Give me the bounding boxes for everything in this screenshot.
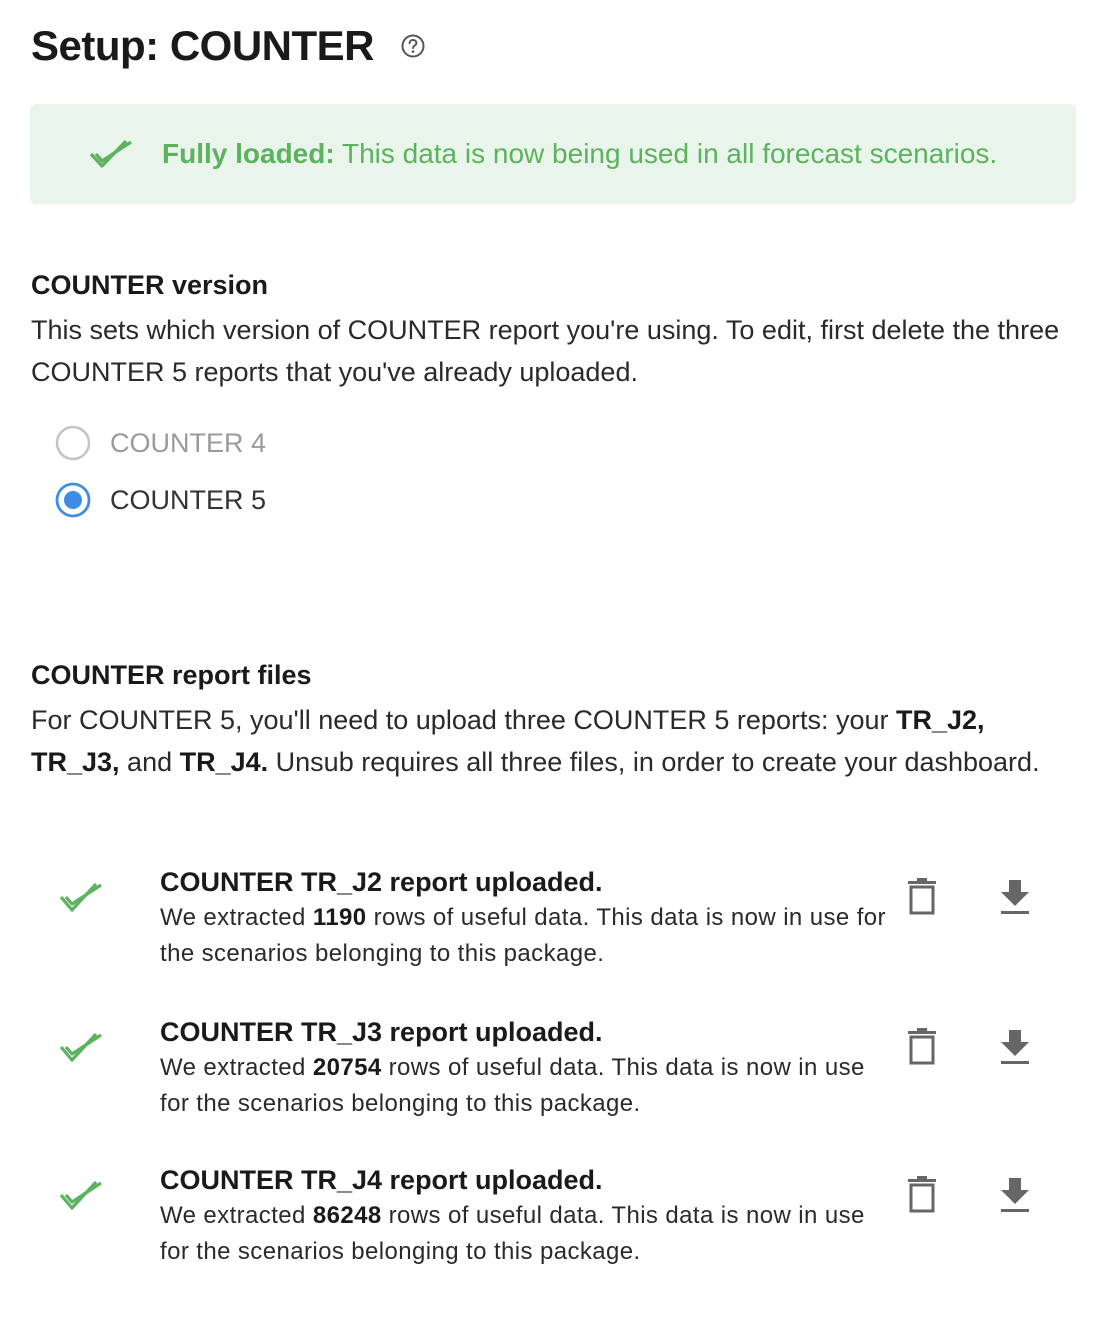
desc-part: We extracted — [160, 904, 313, 931]
file-text: COUNTER TR_J3 report uploaded. We extrac… — [160, 1016, 895, 1122]
report-files-section: COUNTER report files For COUNTER 5, you'… — [31, 660, 1061, 783]
help-circle-icon[interactable] — [400, 33, 426, 59]
file-description: We extracted 20754 rows of useful data. … — [160, 1050, 895, 1122]
file-row-tr-j3: COUNTER TR_J3 report uploaded. We extrac… — [0, 1016, 1110, 1126]
desc-part: For COUNTER 5, you'll need to upload thr… — [31, 705, 896, 735]
file-row-tr-j2: COUNTER TR_J2 report uploaded. We extrac… — [0, 866, 1110, 976]
alert-body: This data is now being used in all forec… — [334, 138, 998, 169]
report-files-description: For COUNTER 5, you'll need to upload thr… — [31, 699, 1061, 783]
desc-part: We extracted — [160, 1054, 313, 1081]
desc-part: We extracted — [160, 1202, 313, 1229]
file-row-tr-j4: COUNTER TR_J4 report uploaded. We extrac… — [0, 1164, 1110, 1274]
file-description: We extracted 1190 rows of useful data. T… — [160, 900, 895, 972]
alert-message: Fully loaded: This data is now being use… — [162, 138, 997, 170]
page-title: Setup: COUNTER — [31, 22, 375, 69]
file-text: COUNTER TR_J2 report uploaded. We extrac… — [160, 866, 895, 972]
file-title: COUNTER TR_J3 report uploaded. — [160, 1017, 603, 1047]
counter-version-description: This sets which version of COUNTER repor… — [31, 315, 1060, 387]
page-header: Setup: COUNTER — [31, 22, 426, 70]
desc-part: and — [119, 747, 180, 777]
download-icon[interactable] — [998, 1028, 1032, 1066]
check-double-icon — [88, 136, 134, 172]
success-alert: Fully loaded: This data is now being use… — [30, 104, 1076, 204]
counter-version-heading: COUNTER version — [31, 270, 269, 300]
radio-counter-5[interactable]: COUNTER 5 — [55, 482, 266, 518]
row-count: 1190 — [312, 904, 367, 931]
desc-part: Unsub requires all three files, in order… — [268, 747, 1040, 777]
report-files-heading: COUNTER report files — [31, 660, 312, 690]
file-description: We extracted 86248 rows of useful data. … — [160, 1198, 895, 1270]
counter-version-section: COUNTER version This sets which version … — [31, 270, 1061, 393]
radio-label-counter-4: COUNTER 4 — [110, 427, 267, 458]
radio-label-counter-5: COUNTER 5 — [110, 484, 267, 515]
radio-selected-icon[interactable] — [55, 482, 91, 518]
file-name-tr-j3: TR_J3, — [31, 747, 120, 777]
check-double-icon — [59, 1032, 102, 1062]
download-icon[interactable] — [998, 878, 1032, 916]
trash-icon[interactable] — [906, 878, 938, 916]
trash-icon[interactable] — [906, 1028, 938, 1066]
trash-icon[interactable] — [906, 1176, 938, 1214]
row-count: 86248 — [312, 1202, 382, 1229]
file-text: COUNTER TR_J4 report uploaded. We extrac… — [160, 1164, 895, 1270]
file-title: COUNTER TR_J2 report uploaded. — [160, 867, 603, 897]
file-title: COUNTER TR_J4 report uploaded. — [160, 1165, 603, 1195]
file-name-tr-j4: TR_J4. — [179, 747, 269, 777]
alert-strong: Fully loaded: — [162, 138, 335, 169]
check-double-icon — [59, 882, 102, 912]
download-icon[interactable] — [998, 1176, 1032, 1214]
file-name-tr-j2: TR_J2, — [896, 705, 985, 735]
row-count: 20754 — [312, 1054, 382, 1081]
radio-unselected-icon[interactable] — [55, 425, 91, 461]
radio-counter-4[interactable]: COUNTER 4 — [55, 425, 266, 461]
check-double-icon — [59, 1180, 102, 1210]
